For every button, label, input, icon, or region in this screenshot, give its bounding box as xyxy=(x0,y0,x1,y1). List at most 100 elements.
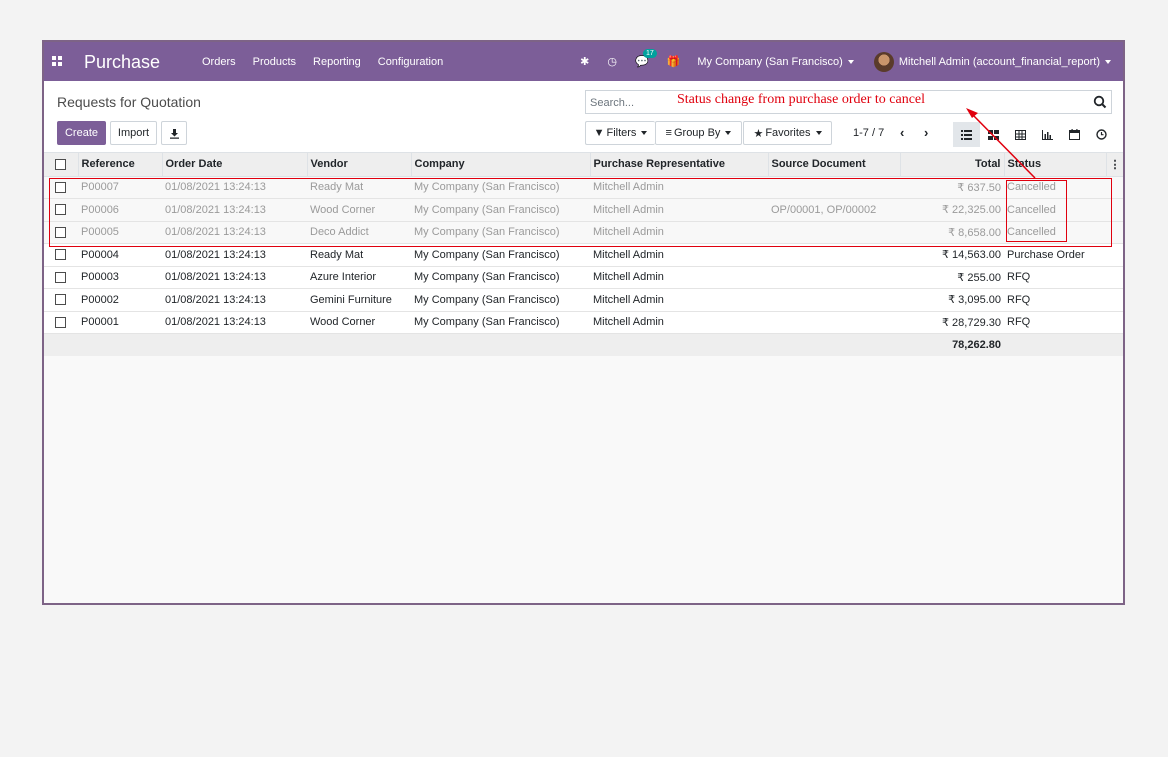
cell-total: ₹ 14,563.00 xyxy=(900,243,1004,267)
grand-total: 78,262.80 xyxy=(900,333,1004,356)
row-checkbox[interactable] xyxy=(55,204,66,216)
favorites-dropdown[interactable]: ★ Favorites xyxy=(743,121,832,145)
table-row[interactable]: P00004 01/08/2021 13:24:13 Ready Mat My Com… xyxy=(44,243,1123,267)
cell-reference: P00001 xyxy=(78,311,162,334)
cell-status: RFQ xyxy=(1004,311,1106,334)
cell-reference: P00003 xyxy=(78,266,162,289)
avatar[interactable] xyxy=(873,51,894,72)
activity-clock-icon[interactable]: ◷ xyxy=(607,55,617,68)
chevron-down-icon xyxy=(1105,59,1111,64)
groupby-dropdown[interactable]: ≡ Group By xyxy=(655,121,742,145)
table-row[interactable]: P00003 01/08/2021 13:24:13 Azure Interior M… xyxy=(44,266,1123,289)
row-checkbox[interactable] xyxy=(55,249,66,261)
cell-source-document xyxy=(768,266,900,289)
cell-company: My Company (San Francisco) xyxy=(411,311,590,334)
row-checkbox[interactable] xyxy=(55,316,66,328)
row-checkbox-cell[interactable] xyxy=(44,176,78,199)
debug-bug-icon[interactable]: ✱ xyxy=(580,55,589,68)
pivot-view-icon[interactable] xyxy=(1007,122,1034,147)
cell-total: ₹ 255.00 xyxy=(900,266,1004,289)
cell-total: ₹ 28,729.30 xyxy=(900,311,1004,334)
list-view-icon[interactable] xyxy=(953,122,980,147)
pager-previous-icon[interactable]: ‹ xyxy=(900,125,904,140)
column-header-company[interactable]: Company xyxy=(411,153,591,177)
cell-status: Purchase Order xyxy=(1004,243,1106,267)
cell-representative: Mitchell Admin xyxy=(590,311,768,334)
table-row[interactable]: P00006 01/08/2021 13:24:13 Wood Corner My C… xyxy=(44,198,1123,222)
optional-columns-toggle[interactable]: ⋮ xyxy=(1106,153,1123,177)
import-button[interactable]: Import xyxy=(110,121,157,145)
app-brand[interactable]: Purchase xyxy=(84,52,160,73)
filters-label: Filters xyxy=(606,127,637,139)
calendar-view-icon[interactable] xyxy=(1061,122,1088,147)
table-row[interactable]: P00007 01/08/2021 13:24:13 Ready Mat My Com… xyxy=(44,176,1123,199)
column-header-order-date[interactable]: Order Date xyxy=(162,153,308,177)
apps-menu-icon[interactable] xyxy=(52,56,62,66)
cell-source-document xyxy=(768,176,900,199)
search-icon[interactable] xyxy=(1092,94,1108,110)
activity-view-icon[interactable] xyxy=(1088,122,1115,147)
cell-status: Cancelled xyxy=(1004,176,1106,199)
menu-reporting[interactable]: Reporting xyxy=(313,56,361,68)
row-checkbox-cell[interactable] xyxy=(44,266,78,289)
row-checkbox-cell[interactable] xyxy=(44,243,78,267)
cell-reference: P00006 xyxy=(78,198,162,222)
favorites-label: Favorites xyxy=(765,127,811,139)
cell-order-date: 01/08/2021 13:24:13 xyxy=(162,221,307,244)
cell-order-date: 01/08/2021 13:24:13 xyxy=(162,288,307,312)
cell-company: My Company (San Francisco) xyxy=(411,243,590,267)
cell-source-document xyxy=(768,243,900,267)
create-button[interactable]: Create xyxy=(57,121,106,145)
pager-value[interactable]: 1-7 / 7 xyxy=(853,127,884,139)
table-row[interactable]: P00002 01/08/2021 13:24:13 Gemini Furnitur… xyxy=(44,288,1123,312)
user-name: Mitchell Admin (account_financial_report… xyxy=(898,55,1100,68)
row-checkbox-cell[interactable] xyxy=(44,288,78,312)
select-all-checkbox-cell[interactable] xyxy=(44,153,79,177)
search-input[interactable]: Search... xyxy=(590,97,634,109)
cell-status: RFQ xyxy=(1004,288,1106,312)
kanban-view-icon[interactable] xyxy=(980,122,1007,147)
cell-order-date: 01/08/2021 13:24:13 xyxy=(162,266,307,289)
cell-vendor: Azure Interior xyxy=(307,266,411,289)
user-menu[interactable]: Mitchell Admin (account_financial_report… xyxy=(899,56,1111,68)
menu-products[interactable]: Products xyxy=(253,56,296,68)
cell-total: ₹ 8,658.00 xyxy=(900,221,1004,244)
pager-next-icon[interactable]: › xyxy=(924,125,928,140)
rfq-list-table: Reference Order Date Vendor Company Purc… xyxy=(44,153,1123,356)
column-header-purchase-representative[interactable]: Purchase Representative xyxy=(590,153,769,177)
company-switcher[interactable]: My Company (San Francisco) xyxy=(697,56,854,68)
row-checkbox-cell[interactable] xyxy=(44,311,78,334)
select-all-checkbox[interactable] xyxy=(55,158,66,170)
groupby-bars-icon: ≡ xyxy=(665,127,672,139)
view-switcher xyxy=(953,122,1115,147)
table-row[interactable]: P00001 01/08/2021 13:24:13 Wood Corner My C… xyxy=(44,311,1123,334)
cell-vendor: Wood Corner xyxy=(307,311,411,334)
systray: ✱ ◷ 💬 17 🎁 My Company (San Francisco) Mit… xyxy=(571,42,1111,81)
row-checkbox[interactable] xyxy=(55,271,66,283)
filters-dropdown[interactable]: ▼ Filters xyxy=(585,121,655,145)
messages-chat-icon[interactable]: 💬 17 xyxy=(635,49,657,68)
row-checkbox-cell[interactable] xyxy=(44,221,78,244)
graph-view-icon[interactable] xyxy=(1034,122,1061,147)
annotation-text: Status change from purchase order to can… xyxy=(677,92,926,107)
gift-icon[interactable]: 🎁 xyxy=(667,55,681,68)
table-row[interactable]: P00005 01/08/2021 13:24:13 Deco Addict My C… xyxy=(44,221,1123,244)
cell-source-document xyxy=(768,288,900,312)
menu-orders[interactable]: Orders xyxy=(202,56,236,68)
row-checkbox-cell[interactable] xyxy=(44,198,78,222)
top-navbar: Purchase Orders Products Reporting Confi… xyxy=(44,42,1123,81)
column-header-total[interactable]: Total xyxy=(900,153,1005,177)
column-header-source-document[interactable]: Source Document xyxy=(768,153,901,177)
column-header-reference[interactable]: Reference xyxy=(78,153,163,177)
menu-configuration[interactable]: Configuration xyxy=(378,56,443,68)
column-header-status[interactable]: Status xyxy=(1004,153,1107,177)
table-header-row: Reference Order Date Vendor Company Purc… xyxy=(44,153,1123,177)
cell-representative: Mitchell Admin xyxy=(590,243,768,267)
row-checkbox[interactable] xyxy=(55,226,66,238)
column-header-vendor[interactable]: Vendor xyxy=(307,153,412,177)
company-name: My Company (San Francisco) xyxy=(697,55,843,68)
row-checkbox[interactable] xyxy=(55,294,66,306)
control-panel: Requests for Quotation Create Import Sea… xyxy=(44,81,1123,153)
export-download-button[interactable] xyxy=(161,121,187,145)
row-checkbox[interactable] xyxy=(55,181,66,193)
